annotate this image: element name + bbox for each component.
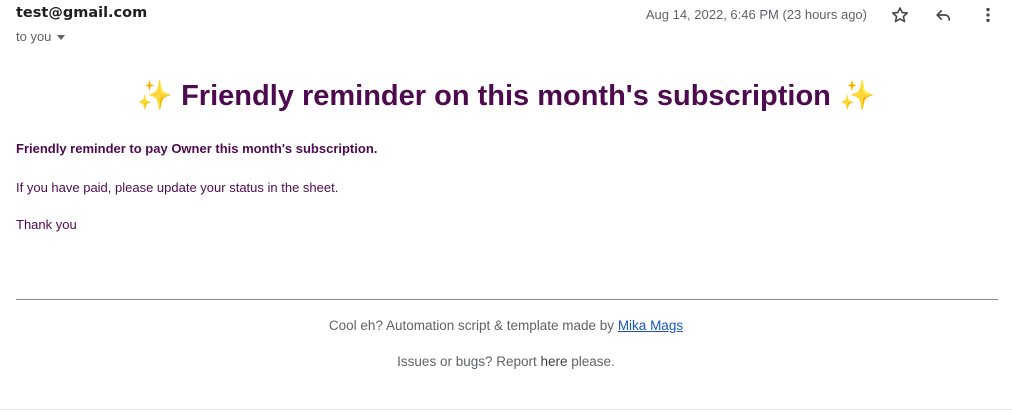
sender-address[interactable]: test@gmail.com	[16, 5, 147, 21]
reply-button[interactable]	[931, 3, 955, 27]
email-header: test@gmail.com to you Aug 14, 2022, 6:46…	[0, 0, 1012, 52]
footer-report-text: Issues or bugs? Report	[397, 354, 541, 369]
footer-report: Issues or bugs? Report here please.	[0, 354, 1012, 369]
recipient-label: to you	[16, 29, 52, 44]
more-options-button[interactable]	[976, 3, 1000, 27]
sparkles-emoji-left: ✨	[136, 80, 174, 112]
recipient-details-toggle[interactable]: to you	[16, 29, 66, 44]
footer-credit-text: Cool eh? Automation script & template ma…	[328, 318, 618, 333]
status-update-paragraph: If you have paid, please update your sta…	[16, 180, 339, 195]
star-icon	[891, 7, 909, 23]
email-date: Aug 14, 2022, 6:46 PM (23 hours ago)	[645, 7, 867, 22]
email-title-text: Friendly reminder on this month's subscr…	[181, 80, 831, 112]
footer-report-suffix: please.	[567, 354, 615, 369]
more-vert-icon	[986, 7, 990, 23]
bottom-separator	[0, 409, 1012, 410]
report-link[interactable]: here	[541, 354, 568, 369]
author-link[interactable]: Mika Mags	[618, 318, 683, 333]
email-title: ✨ Friendly reminder on this month's subs…	[0, 79, 1012, 113]
caret-down-icon	[57, 34, 66, 40]
sparkles-emoji-right: ✨	[838, 80, 876, 112]
reply-icon	[936, 10, 951, 21]
star-button[interactable]	[888, 3, 912, 27]
reminder-paragraph: Friendly reminder to pay Owner this mont…	[16, 141, 378, 156]
footer-credit: Cool eh? Automation script & template ma…	[0, 318, 1012, 333]
thank-you-text: Thank you	[16, 217, 77, 232]
footer-divider	[16, 299, 998, 300]
